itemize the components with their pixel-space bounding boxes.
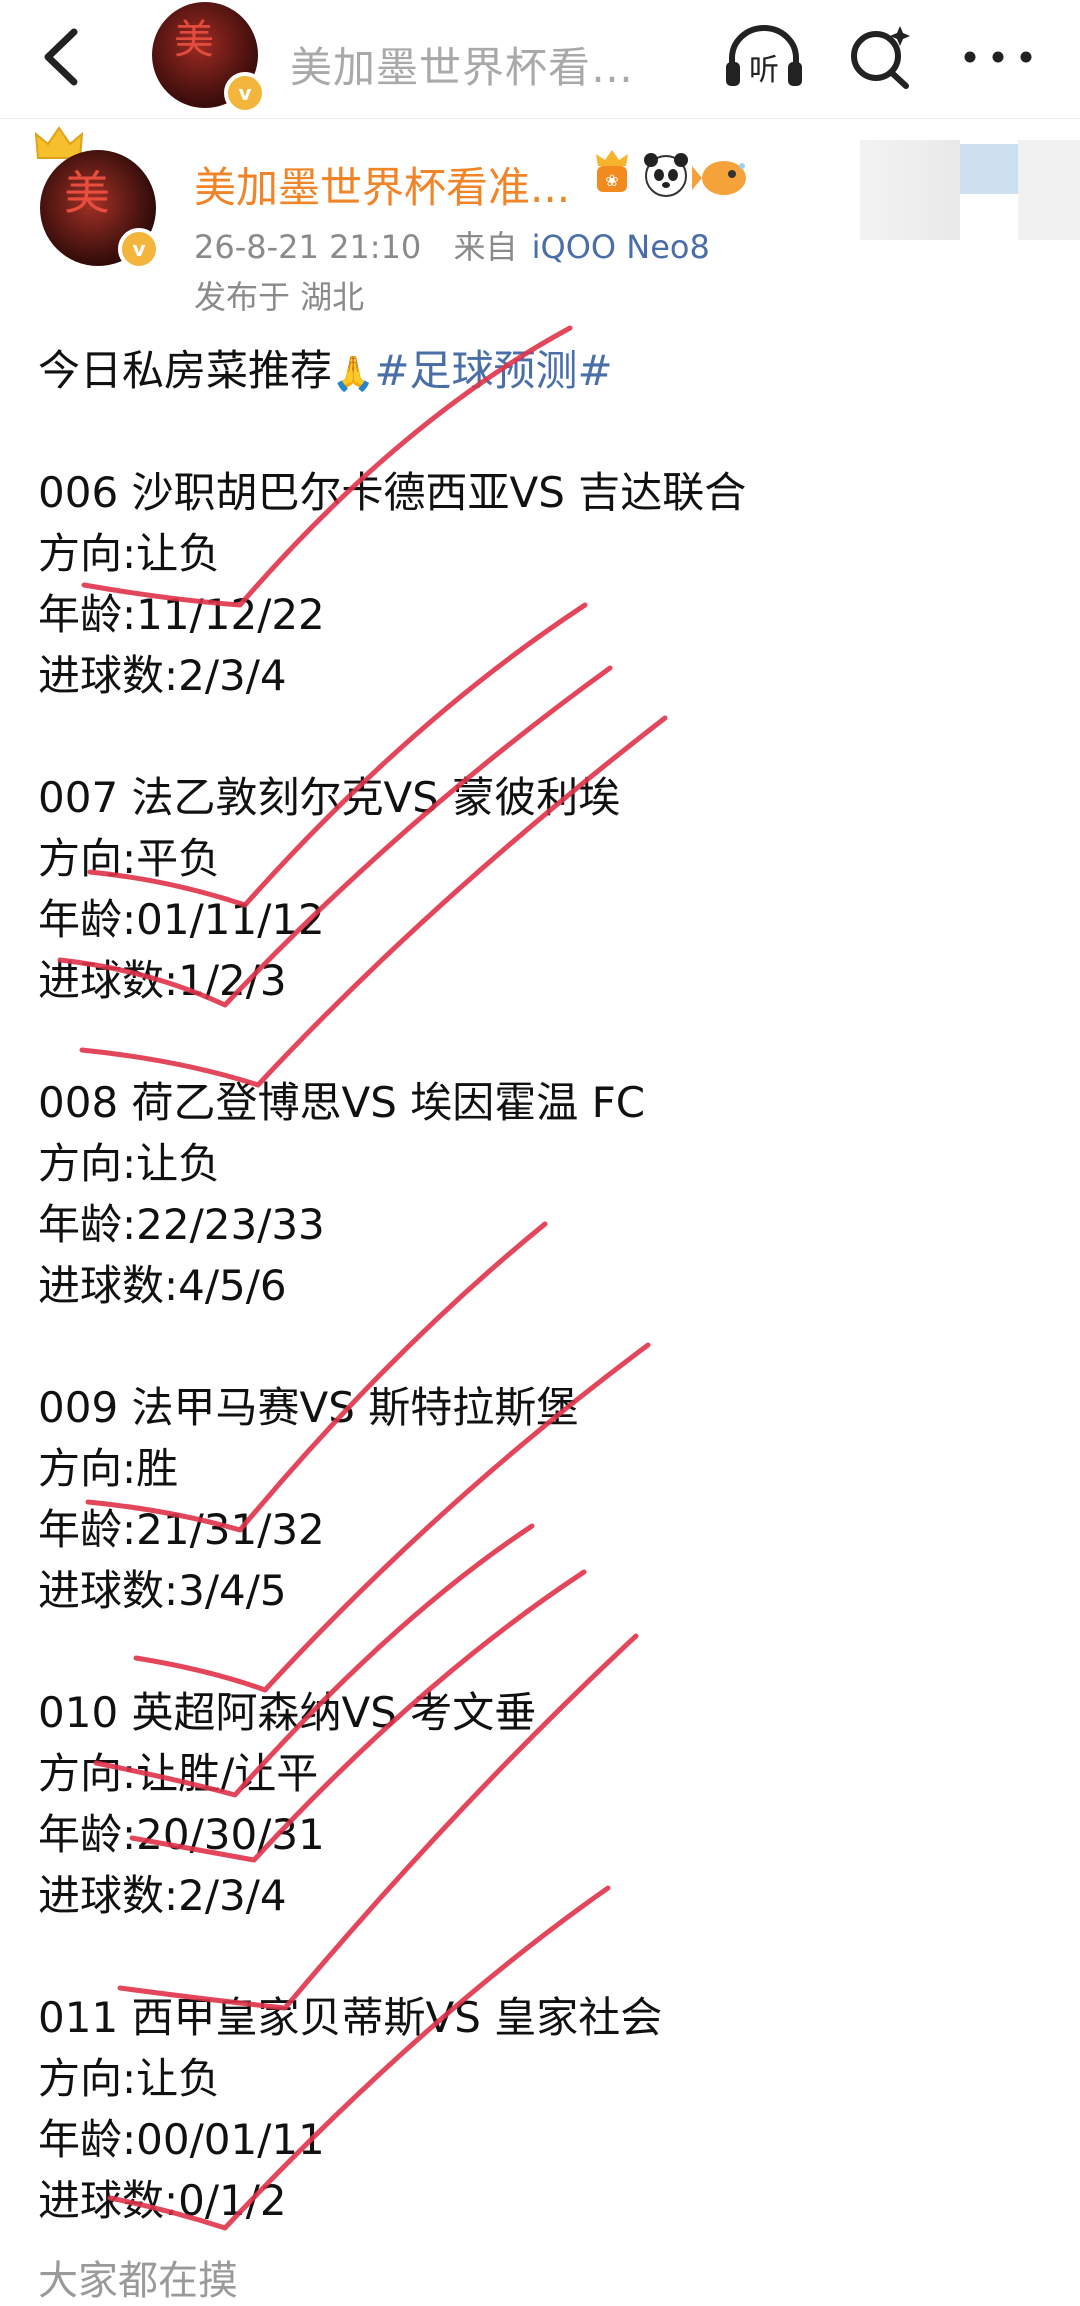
match-title: 006 沙职胡巴尔卡德西亚VS 吉达联合 bbox=[38, 468, 747, 517]
post-body: 今日私房菜推荐🙏#足球预测# 006 沙职胡巴尔卡德西亚VS 吉达联合 方向:让… bbox=[38, 340, 1038, 2231]
match-goals: 进球数:4/5/6 bbox=[38, 1261, 287, 1310]
avatar-artwork: 美 bbox=[174, 17, 214, 63]
top-navigation-bar: 美 v 美加墨世界杯看… 听 bbox=[0, 0, 1080, 119]
panda-emoji-icon bbox=[644, 153, 688, 197]
match-direction: 方向:平负 bbox=[38, 834, 221, 883]
match-direction: 方向:让负 bbox=[38, 2054, 221, 2103]
post-meta: 26-8-21 21:10 来自 iQOO Neo8 bbox=[194, 222, 710, 268]
match-direction: 方向:让负 bbox=[38, 1139, 221, 1188]
author-avatar[interactable]: 美 v bbox=[40, 150, 160, 270]
blurred-area bbox=[1018, 140, 1080, 240]
match-age: 年龄:20/30/31 bbox=[38, 1810, 325, 1859]
back-arrow-icon[interactable] bbox=[34, 22, 94, 92]
device-link[interactable]: iQOO Neo8 bbox=[532, 228, 710, 266]
intro-text: 今日私房菜推荐 bbox=[38, 346, 333, 395]
match-age: 年龄:22/23/33 bbox=[38, 1200, 325, 1249]
match-goals: 进球数:2/3/4 bbox=[38, 1871, 287, 1920]
intro-line: 今日私房菜推荐🙏#足球预测# bbox=[38, 340, 1038, 401]
svg-text:❀: ❀ bbox=[605, 171, 618, 190]
match-goals: 进球数:2/3/4 bbox=[38, 651, 287, 700]
pray-emoji: 🙏 bbox=[332, 354, 375, 394]
match-block: 006 沙职胡巴尔卡德西亚VS 吉达联合 方向:让负 年龄:11/12/22 进… bbox=[38, 462, 1038, 706]
listen-label: 听 bbox=[749, 53, 779, 88]
nav-account-title[interactable]: 美加墨世界杯看… bbox=[290, 34, 634, 95]
match-direction: 方向:让负 bbox=[38, 529, 221, 578]
match-age: 年龄:11/12/22 bbox=[38, 590, 325, 639]
match-goals: 进球数:1/2/3 bbox=[38, 956, 287, 1005]
headphones-icon[interactable]: 听 bbox=[722, 22, 806, 92]
match-age: 年龄:21/31/32 bbox=[38, 1505, 325, 1554]
match-title: 009 法甲马赛VS 斯特拉斯堡 bbox=[38, 1383, 579, 1432]
match-direction: 方向:胜 bbox=[38, 1444, 179, 1493]
verified-badge-icon: v bbox=[224, 72, 266, 114]
vip-emoji-icon: ❀ bbox=[596, 150, 628, 192]
source-prefix: 来自 bbox=[453, 228, 518, 266]
match-goals: 进球数:0/1/2 bbox=[38, 2176, 287, 2225]
search-sparkle-icon[interactable] bbox=[846, 22, 916, 92]
match-title: 011 西甲皇家贝蒂斯VS 皇家社会 bbox=[38, 1993, 663, 2042]
match-block: 010 英超阿森纳VS 考文垂 方向:让胜/让平 年龄:20/30/31 进球数… bbox=[38, 1682, 1038, 1926]
avatar-artwork: 美 bbox=[64, 166, 110, 220]
match-title: 007 法乙敦刻尔克VS 蒙彼利埃 bbox=[38, 773, 621, 822]
truncated-text-line: 大家都在摸 bbox=[38, 2258, 238, 2304]
nav-avatar[interactable]: 美 v bbox=[152, 2, 266, 114]
fish-emoji-icon bbox=[692, 161, 746, 195]
post-timestamp: 26-8-21 21:10 bbox=[194, 228, 422, 266]
blurred-area bbox=[860, 140, 960, 240]
topic-hashtag-link[interactable]: #足球预测# bbox=[374, 346, 612, 395]
match-title: 008 荷乙登博思VS 埃因霍温 FC bbox=[38, 1078, 646, 1127]
verified-badge-icon: v bbox=[118, 228, 160, 270]
post-header: 美 v 美加墨世界杯看准... ❀ 26-8-21 21:10 来自 iQOO … bbox=[0, 120, 1080, 320]
more-dots-icon[interactable] bbox=[958, 22, 1038, 92]
match-direction: 方向:让胜/让平 bbox=[38, 1749, 319, 1798]
match-block: 008 荷乙登博思VS 埃因霍温 FC 方向:让负 年龄:22/23/33 进球… bbox=[38, 1072, 1038, 1316]
author-name[interactable]: 美加墨世界杯看准... bbox=[194, 154, 570, 215]
badge-emojis: ❀ bbox=[596, 150, 746, 197]
match-block: 011 西甲皇家贝蒂斯VS 皇家社会 方向:让负 年龄:00/01/11 进球数… bbox=[38, 1987, 1038, 2231]
match-block: 007 法乙敦刻尔克VS 蒙彼利埃 方向:平负 年龄:01/11/12 进球数:… bbox=[38, 767, 1038, 1011]
post-location: 发布于 湖北 bbox=[194, 278, 365, 316]
blurred-area bbox=[960, 144, 1018, 194]
match-goals: 进球数:3/4/5 bbox=[38, 1566, 287, 1615]
match-title: 010 英超阿森纳VS 考文垂 bbox=[38, 1688, 537, 1737]
match-age: 年龄:00/01/11 bbox=[38, 2115, 325, 2164]
match-block: 009 法甲马赛VS 斯特拉斯堡 方向:胜 年龄:21/31/32 进球数:3/… bbox=[38, 1377, 1038, 1621]
match-age: 年龄:01/11/12 bbox=[38, 895, 325, 944]
